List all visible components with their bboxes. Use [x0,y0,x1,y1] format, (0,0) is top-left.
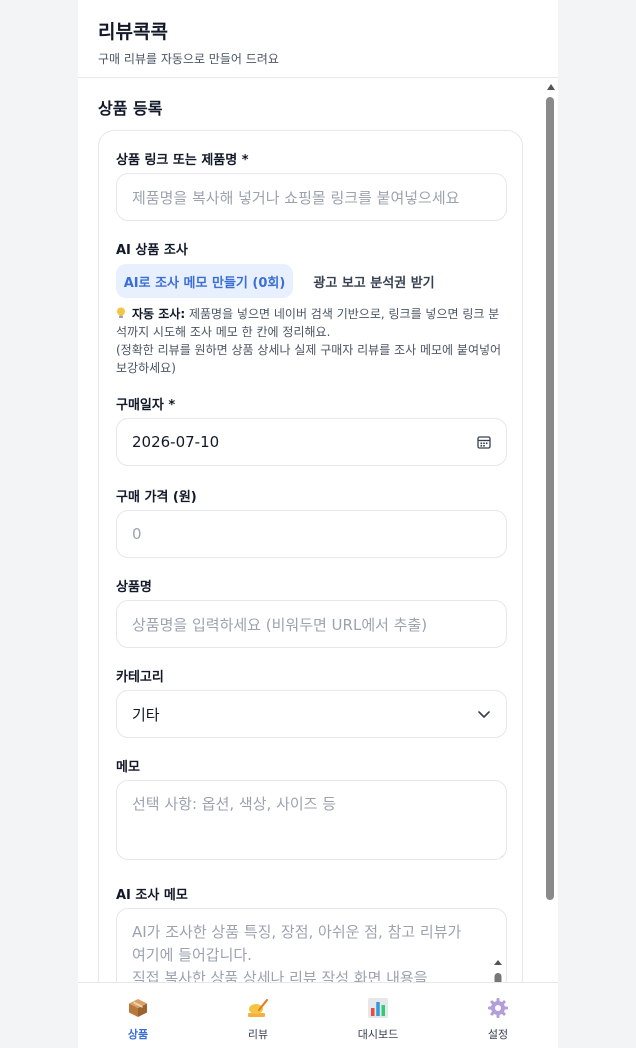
app-container: 리뷰콕콕 구매 리뷰를 자동으로 만들어 드려요 상품 등록 상품 링크 또는 … [78,0,558,1048]
nav-label-settings: 설정 [487,1028,509,1041]
package-icon [127,997,149,1019]
date-label: 구매일자 * [116,398,176,413]
ai-memo-placeholder: AI가 조사한 상품 특징, 장점, 아쉬운 점, 참고 리뷰가 여기에 들어갑… [132,923,462,982]
page-scrollbar[interactable] [544,80,556,982]
product-form-card: 상품 링크 또는 제품명 * 제품명을 복사해 넣거나 쇼핑몰 링크를 붙여넣으… [98,130,523,982]
date-input[interactable]: 2026-07-10 [116,418,507,466]
category-value: 기타 [132,705,160,724]
memo-textarea[interactable]: 선택 사항: 옵션, 색상, 사이즈 등 [116,780,507,860]
resize-handle-icon[interactable] [495,848,504,859]
price-input[interactable]: 0 [116,510,507,558]
link-input-placeholder: 제품명을 복사해 넣거나 쇼핑몰 링크를 붙여넣으세요 [132,188,460,207]
nav-label-review: 리뷰 [247,1028,269,1041]
scroll-thumb[interactable] [546,97,554,900]
scroll-up-icon[interactable] [547,84,555,90]
nav-item-product[interactable]: 상품 [78,983,198,1048]
bottom-nav: 상품 리뷰 대시보드 설정 [78,982,558,1048]
nav-label-dashboard: 대시보드 [357,1028,399,1041]
memo-placeholder: 선택 사항: 옵션, 색상, 사이즈 등 [132,795,337,813]
content-scroll-area[interactable]: 상품 등록 상품 링크 또는 제품명 * 제품명을 복사해 넣거나 쇼핑몰 링크… [78,79,558,982]
nav-item-review[interactable]: 리뷰 [198,983,318,1048]
price-input-placeholder: 0 [132,525,142,543]
link-input[interactable]: 제품명을 복사해 넣거나 쇼핑몰 링크를 붙여넣으세요 [116,173,507,221]
name-input[interactable]: 상품명을 입력하세요 (비워두면 URL에서 추출) [116,600,507,648]
writing-hand-icon [247,997,269,1019]
ai-research-label: AI 상품 조사 [116,243,188,258]
section-title: 상품 등록 [98,99,163,118]
ai-memo-label: AI 조사 메모 [116,888,188,903]
price-label: 구매 가격 (원) [116,490,197,505]
textarea-scrollbar[interactable] [493,913,503,982]
tip-strong: 자동 조사: [132,307,186,321]
nav-label-product: 상품 [127,1028,149,1041]
calendar-icon[interactable] [477,435,491,449]
name-label: 상품명 [116,580,152,595]
bar-chart-icon [367,997,389,1019]
gear-icon [487,997,509,1019]
ai-research-tip: 자동 조사: 제품명을 넣으면 네이버 검색 기반으로, 링크를 넣으면 링크 … [116,305,508,377]
ai-memo-button[interactable]: AI로 조사 메모 만들기 (0회) [116,264,293,298]
name-input-placeholder: 상품명을 입력하세요 (비워두면 URL에서 추출) [132,615,428,634]
category-select[interactable]: 기타 [116,690,507,738]
app-header: 리뷰콕콕 구매 리뷰를 자동으로 만들어 드려요 [78,0,558,78]
lightbulb-icon [116,306,126,318]
ai-memo-textarea[interactable]: AI가 조사한 상품 특징, 장점, 아쉬운 점, 참고 리뷰가 여기에 들어갑… [116,908,507,982]
category-label: 카테고리 [116,670,164,685]
memo-label: 메모 [116,760,140,775]
link-label: 상품 링크 또는 제품명 * [116,153,249,168]
tip-note: (정확한 리뷰를 원하면 상품 상세나 실제 구매자 리뷰를 조사 메모에 붙여… [116,343,502,375]
nav-item-settings[interactable]: 설정 [438,983,558,1048]
app-subtitle: 구매 리뷰를 자동으로 만들어 드려요 [98,52,279,66]
chevron-down-icon [477,707,491,721]
date-value: 2026-07-10 [132,433,220,451]
ad-reward-button[interactable]: 광고 보고 분석권 받기 [304,264,444,298]
app-title: 리뷰콕콕 [98,21,168,43]
nav-item-dashboard[interactable]: 대시보드 [318,983,438,1048]
